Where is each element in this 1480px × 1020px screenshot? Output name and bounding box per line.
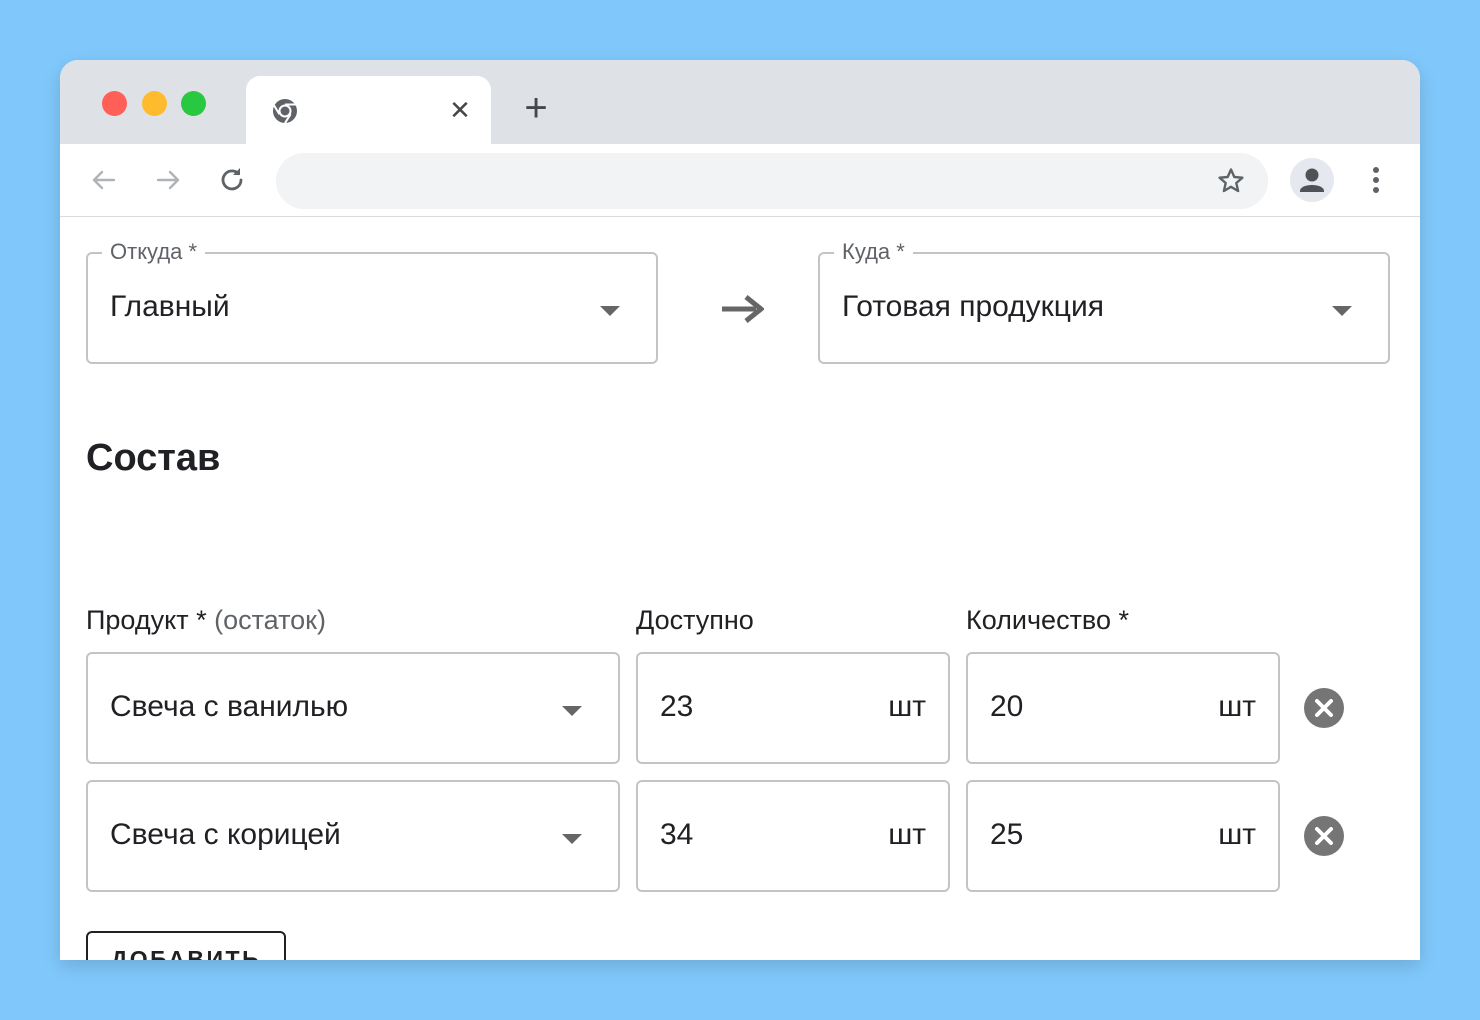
section-title: Состав xyxy=(86,437,221,479)
remove-row-button[interactable] xyxy=(1304,688,1344,728)
product-select[interactable]: Свеча с корицей xyxy=(86,780,620,892)
reload-icon[interactable] xyxy=(216,164,248,196)
quantity-value: 25 xyxy=(990,818,1024,851)
quantity-input[interactable]: 25 шт xyxy=(966,780,1280,892)
from-select[interactable]: Откуда * Главный xyxy=(86,237,658,364)
address-bar[interactable] xyxy=(276,153,1268,209)
available-column-label: Доступно xyxy=(636,605,754,635)
page-content: Откуда * Главный Куда * Готовая продукци… xyxy=(60,217,1420,960)
person-icon xyxy=(1300,168,1324,192)
product-hint: (остаток) xyxy=(214,605,326,635)
browser-toolbar xyxy=(60,144,1420,217)
remove-row-button[interactable] xyxy=(1304,816,1344,856)
product-column-label: Продукт * (остаток) xyxy=(86,605,326,636)
close-circle-icon xyxy=(1315,827,1333,845)
quantity-unit: шт xyxy=(1218,818,1256,851)
tab-strip: ✕ + xyxy=(60,60,1420,144)
product-value: Свеча с ванилью xyxy=(110,690,349,723)
available-value: 23 xyxy=(660,690,694,723)
maximize-window-button[interactable] xyxy=(181,91,206,116)
arrow-left-icon[interactable] xyxy=(88,164,120,196)
browser-tab[interactable]: ✕ xyxy=(246,76,491,144)
star-icon[interactable] xyxy=(1216,166,1246,196)
quantity-column-label: Количество * xyxy=(966,605,1130,635)
available-value: 34 xyxy=(660,818,694,851)
quantity-input[interactable]: 20 шт xyxy=(966,652,1280,764)
close-window-button[interactable] xyxy=(102,91,127,116)
close-circle-icon xyxy=(1315,699,1333,717)
chrome-icon xyxy=(272,99,297,124)
add-row-button[interactable]: ДОБАВИТЬ xyxy=(86,931,286,960)
new-tab-button[interactable]: + xyxy=(518,88,554,128)
available-unit: шт xyxy=(888,690,926,723)
caret-down-icon xyxy=(600,306,620,316)
browser-window: ✕ + Откуда * Главный Куда * Готовая прод… xyxy=(60,60,1420,960)
to-select[interactable]: Куда * Готовая продукция xyxy=(818,237,1390,364)
available-unit: шт xyxy=(888,818,926,851)
to-value: Готовая продукция xyxy=(842,290,1104,323)
product-label: Продукт * xyxy=(86,605,207,635)
minimize-window-button[interactable] xyxy=(142,91,167,116)
caret-down-icon xyxy=(1332,306,1352,316)
kebab-icon[interactable] xyxy=(1362,164,1390,196)
quantity-value: 20 xyxy=(990,690,1024,723)
caret-down-icon xyxy=(562,834,582,844)
quantity-unit: шт xyxy=(1218,690,1256,723)
from-value: Главный xyxy=(110,290,230,323)
product-select[interactable]: Свеча с ванилью xyxy=(86,652,620,764)
available-field: 23 шт xyxy=(636,652,950,764)
caret-down-icon xyxy=(562,706,582,716)
available-field: 34 шт xyxy=(636,780,950,892)
profile-button[interactable] xyxy=(1290,158,1334,202)
product-value: Свеча с корицей xyxy=(110,818,341,851)
arrow-right-icon[interactable] xyxy=(152,164,184,196)
close-tab-icon[interactable]: ✕ xyxy=(446,96,474,124)
arrow-right-icon xyxy=(722,295,764,323)
